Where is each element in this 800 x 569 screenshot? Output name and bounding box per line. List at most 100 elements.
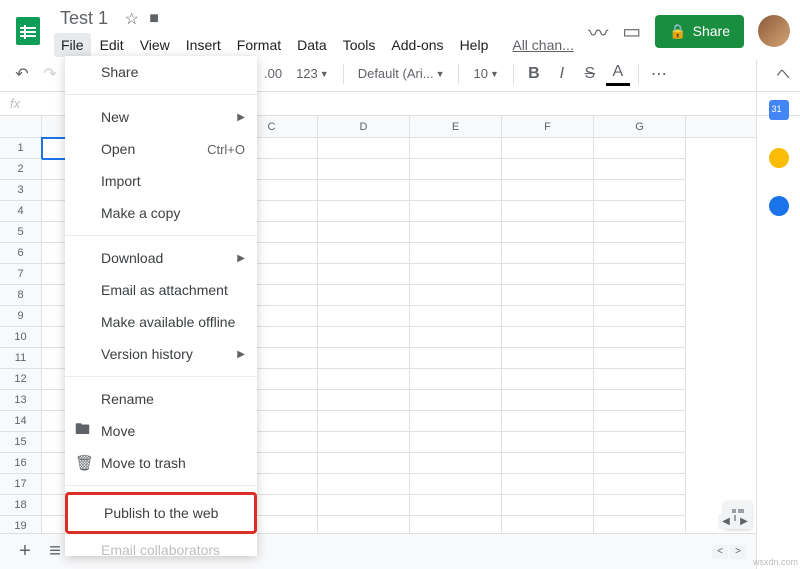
menu-help[interactable]: Help <box>453 33 496 57</box>
cell[interactable] <box>318 180 410 201</box>
row-header[interactable]: 12 <box>0 369 42 390</box>
row-header[interactable]: 18 <box>0 495 42 516</box>
cell[interactable] <box>594 306 686 327</box>
menu-view[interactable]: View <box>133 33 177 57</box>
number-format[interactable]: 123▼ <box>290 66 335 81</box>
all-changes-saved[interactable]: All chan... <box>505 33 580 57</box>
cell[interactable] <box>502 285 594 306</box>
cell[interactable] <box>502 243 594 264</box>
cell[interactable] <box>410 390 502 411</box>
cell[interactable] <box>594 369 686 390</box>
cell[interactable] <box>318 516 410 533</box>
cell[interactable] <box>594 243 686 264</box>
cell[interactable] <box>502 453 594 474</box>
row-header[interactable]: 9 <box>0 306 42 327</box>
cell[interactable] <box>410 495 502 516</box>
cell[interactable] <box>318 285 410 306</box>
cell[interactable] <box>410 138 502 159</box>
cell[interactable] <box>318 474 410 495</box>
cell[interactable] <box>502 474 594 495</box>
cell[interactable] <box>318 432 410 453</box>
menu-item-move[interactable]: 🖿Move <box>65 415 257 447</box>
keep-icon[interactable] <box>769 148 789 168</box>
cell[interactable] <box>502 390 594 411</box>
cell[interactable] <box>410 348 502 369</box>
menu-item-import[interactable]: Import <box>65 165 257 197</box>
cell[interactable] <box>410 222 502 243</box>
menu-item-new[interactable]: New▶ <box>65 101 257 133</box>
row-header[interactable]: 6 <box>0 243 42 264</box>
cell[interactable] <box>318 222 410 243</box>
menu-file[interactable]: File <box>54 33 91 57</box>
cell[interactable] <box>594 180 686 201</box>
text-color-icon[interactable]: A <box>606 62 630 86</box>
more-icon[interactable]: ⋯ <box>647 62 671 86</box>
menu-item-make-copy[interactable]: Make a copy <box>65 197 257 229</box>
cell[interactable] <box>318 453 410 474</box>
cell[interactable] <box>318 243 410 264</box>
tab-scroll-right-icon[interactable]: > <box>730 545 746 559</box>
cell[interactable] <box>318 159 410 180</box>
cell[interactable] <box>594 201 686 222</box>
row-header[interactable]: 4 <box>0 201 42 222</box>
cell[interactable] <box>318 495 410 516</box>
cell[interactable] <box>594 348 686 369</box>
cell[interactable] <box>502 432 594 453</box>
row-header[interactable]: 8 <box>0 285 42 306</box>
calendar-icon[interactable] <box>769 100 789 120</box>
star-icon[interactable]: ☆ <box>124 9 138 29</box>
undo-icon[interactable]: ↶ <box>10 62 34 86</box>
menu-item-version-history[interactable]: Version history▶ <box>65 338 257 370</box>
cell[interactable] <box>410 474 502 495</box>
cell[interactable] <box>318 327 410 348</box>
cell[interactable] <box>318 201 410 222</box>
cell[interactable] <box>410 516 502 533</box>
menu-item-open[interactable]: OpenCtrl+O <box>65 133 257 165</box>
user-avatar[interactable] <box>758 15 790 47</box>
row-header[interactable]: 3 <box>0 180 42 201</box>
cell[interactable] <box>594 390 686 411</box>
cell[interactable] <box>410 285 502 306</box>
row-header[interactable]: 19 <box>0 516 42 533</box>
menu-item-share[interactable]: Share <box>65 56 257 88</box>
redo-icon[interactable]: ↷ <box>38 62 62 86</box>
cell[interactable] <box>410 159 502 180</box>
cell[interactable] <box>502 411 594 432</box>
cell[interactable] <box>502 327 594 348</box>
menu-item-rename[interactable]: Rename <box>65 383 257 415</box>
row-header[interactable]: 14 <box>0 411 42 432</box>
menu-edit[interactable]: Edit <box>93 33 131 57</box>
menu-item-trash[interactable]: 🗑Move to trash <box>65 447 257 479</box>
cell[interactable] <box>318 138 410 159</box>
font-family[interactable]: Default (Ari...▼ <box>352 66 451 81</box>
activity-icon[interactable]: 〰 <box>588 17 608 46</box>
col-header[interactable]: D <box>318 116 410 137</box>
row-header[interactable]: 17 <box>0 474 42 495</box>
menu-addons[interactable]: Add-ons <box>384 33 450 57</box>
row-header[interactable]: 16 <box>0 453 42 474</box>
row-header[interactable]: 10 <box>0 327 42 348</box>
cell[interactable] <box>410 411 502 432</box>
cell[interactable] <box>410 243 502 264</box>
cell[interactable] <box>410 180 502 201</box>
comments-icon[interactable]: ▭ <box>622 19 641 44</box>
cell[interactable] <box>594 411 686 432</box>
add-sheet-button[interactable]: + <box>10 540 40 563</box>
cell[interactable] <box>410 453 502 474</box>
sheets-logo[interactable] <box>10 13 46 49</box>
scroll-right-icon[interactable]: ▶ <box>736 515 752 529</box>
menu-item-email-attachment[interactable]: Email as attachment <box>65 274 257 306</box>
menu-tools[interactable]: Tools <box>336 33 383 57</box>
select-all-corner[interactable] <box>0 116 42 137</box>
cell[interactable] <box>502 369 594 390</box>
cell[interactable] <box>594 495 686 516</box>
cell[interactable] <box>410 432 502 453</box>
row-header[interactable]: 11 <box>0 348 42 369</box>
tasks-icon[interactable] <box>769 196 789 216</box>
cell[interactable] <box>594 432 686 453</box>
cell[interactable] <box>318 390 410 411</box>
share-button[interactable]: 🔒 Share <box>655 15 744 48</box>
tab-scroll-left-icon[interactable]: < <box>712 545 728 559</box>
cell[interactable] <box>502 516 594 533</box>
cell[interactable] <box>410 264 502 285</box>
